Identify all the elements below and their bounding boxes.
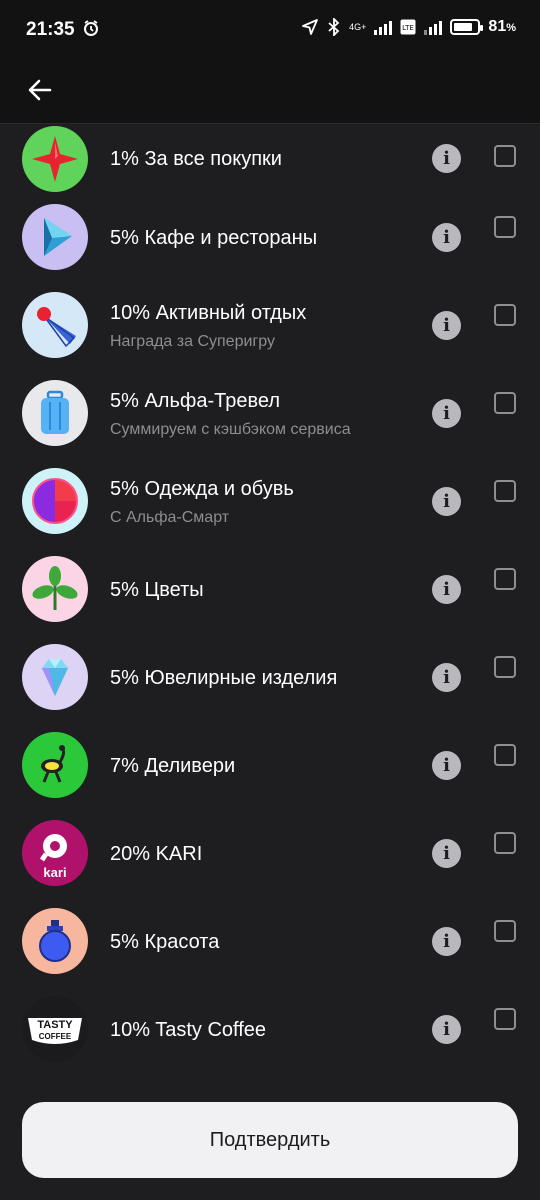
item-checkbox[interactable]	[494, 145, 516, 167]
bluetooth-icon	[328, 18, 340, 36]
item-title: 10% Tasty Coffee	[110, 1018, 267, 1041]
status-time: 21:35	[26, 19, 100, 41]
list-item[interactable]: 5% Одежда и обувь С Альфа-Смарт i	[0, 458, 540, 546]
diamond-icon	[22, 644, 88, 710]
signal-icon-2	[424, 19, 443, 35]
status-bar: 21:35 4G+ LTE 81%	[0, 0, 540, 62]
signal-icon	[374, 19, 393, 35]
item-title: 1% За все покупки	[110, 147, 282, 170]
confirm-button-label: Подтвердить	[209, 1128, 331, 1151]
tasty-wordmark: TASTY	[37, 1019, 73, 1031]
location-icon	[302, 19, 319, 35]
info-icon[interactable]: i	[432, 751, 461, 780]
play-icon	[22, 204, 88, 270]
list-item[interactable]: 7% Деливери i	[0, 722, 540, 810]
info-icon[interactable]: i	[432, 575, 461, 604]
info-icon[interactable]: i	[432, 663, 461, 692]
suitcase-icon	[22, 380, 88, 446]
red-star-icon	[22, 126, 88, 192]
info-icon[interactable]: i	[432, 399, 461, 428]
item-checkbox[interactable]	[494, 744, 516, 766]
item-title: 5% Одежда и обувь	[110, 477, 294, 500]
info-icon[interactable]: i	[432, 487, 461, 516]
battery-percent: 81%	[488, 18, 516, 35]
item-subtitle: Награда за Суперигру	[110, 332, 275, 350]
item-title: 5% Цветы	[110, 578, 204, 601]
coffee-wordmark: COFFEE	[38, 1032, 72, 1041]
info-icon[interactable]: i	[432, 839, 461, 868]
list-item[interactable]: 10% Активный отдых Награда за Суперигру …	[0, 282, 540, 370]
battery-fill	[454, 23, 473, 31]
item-title: 5% Альфа-Тревел	[110, 389, 280, 412]
shuttlecock-icon	[22, 292, 88, 358]
svg-text:LTE: LTE	[403, 24, 415, 32]
list-item[interactable]: 5% Красота i	[0, 898, 540, 986]
item-subtitle: С Альфа-Смарт	[110, 508, 230, 526]
info-icon[interactable]: i	[432, 311, 461, 340]
info-icon[interactable]: i	[432, 223, 461, 252]
info-icon[interactable]: i	[432, 144, 461, 173]
item-title: 5% Красота	[110, 930, 220, 953]
item-checkbox[interactable]	[494, 656, 516, 678]
plant-icon	[22, 556, 88, 622]
list-item[interactable]: 5% Цветы i	[0, 546, 540, 634]
item-checkbox[interactable]	[494, 392, 516, 414]
item-checkbox[interactable]	[494, 568, 516, 590]
list-item[interactable]: 5% Ювелирные изделия i	[0, 634, 540, 722]
item-subtitle: Суммируем с кэшбэком сервиса	[110, 420, 351, 438]
item-checkbox[interactable]	[494, 304, 516, 326]
volte-icon: LTE	[400, 19, 416, 35]
list-item[interactable]: 5% Альфа-Тревел Суммируем с кэшбэком сер…	[0, 370, 540, 458]
arrow-left-icon	[28, 79, 52, 101]
item-checkbox[interactable]	[494, 1008, 516, 1030]
cashback-category-list: 1% За все покупки i 5% Кафе и рестораны …	[0, 124, 540, 1074]
status-icons: 4G+ LTE 81%	[301, 18, 516, 36]
item-checkbox[interactable]	[494, 480, 516, 502]
info-icon[interactable]: i	[432, 927, 461, 956]
item-title: 10% Активный отдых	[110, 301, 307, 324]
item-checkbox[interactable]	[494, 920, 516, 942]
item-title: 20% KARI	[110, 842, 203, 865]
list-item[interactable]: TASTY COFFEE 10% Tasty Coffee i	[0, 986, 540, 1074]
alarm-icon	[83, 20, 98, 36]
circle-logo-icon	[22, 468, 88, 534]
battery-icon	[450, 19, 484, 35]
item-checkbox[interactable]	[494, 216, 516, 238]
info-icon[interactable]: i	[432, 1015, 461, 1044]
item-checkbox[interactable]	[494, 832, 516, 854]
top-app-bar	[0, 62, 540, 124]
item-title: 5% Кафе и рестораны	[110, 226, 318, 249]
confirm-button[interactable]: Подтвердить	[22, 1102, 518, 1178]
ostrich-icon	[22, 732, 88, 798]
item-title: 5% Ювелирные изделия	[110, 666, 338, 689]
kari-wordmark: kari	[43, 865, 67, 880]
network-label: 4G+	[349, 21, 367, 32]
list-item[interactable]: 1% За все покупки i	[0, 124, 540, 194]
list-item[interactable]: 5% Кафе и рестораны i	[0, 194, 540, 282]
tasty-coffee-logo-icon: TASTY COFFEE	[22, 996, 88, 1062]
back-button[interactable]	[20, 70, 60, 110]
kari-logo-icon: kari	[22, 820, 88, 886]
item-title: 7% Деливери	[110, 754, 236, 777]
list-item[interactable]: kari 20% KARI i	[0, 810, 540, 898]
perfume-bottle-icon	[22, 908, 88, 974]
